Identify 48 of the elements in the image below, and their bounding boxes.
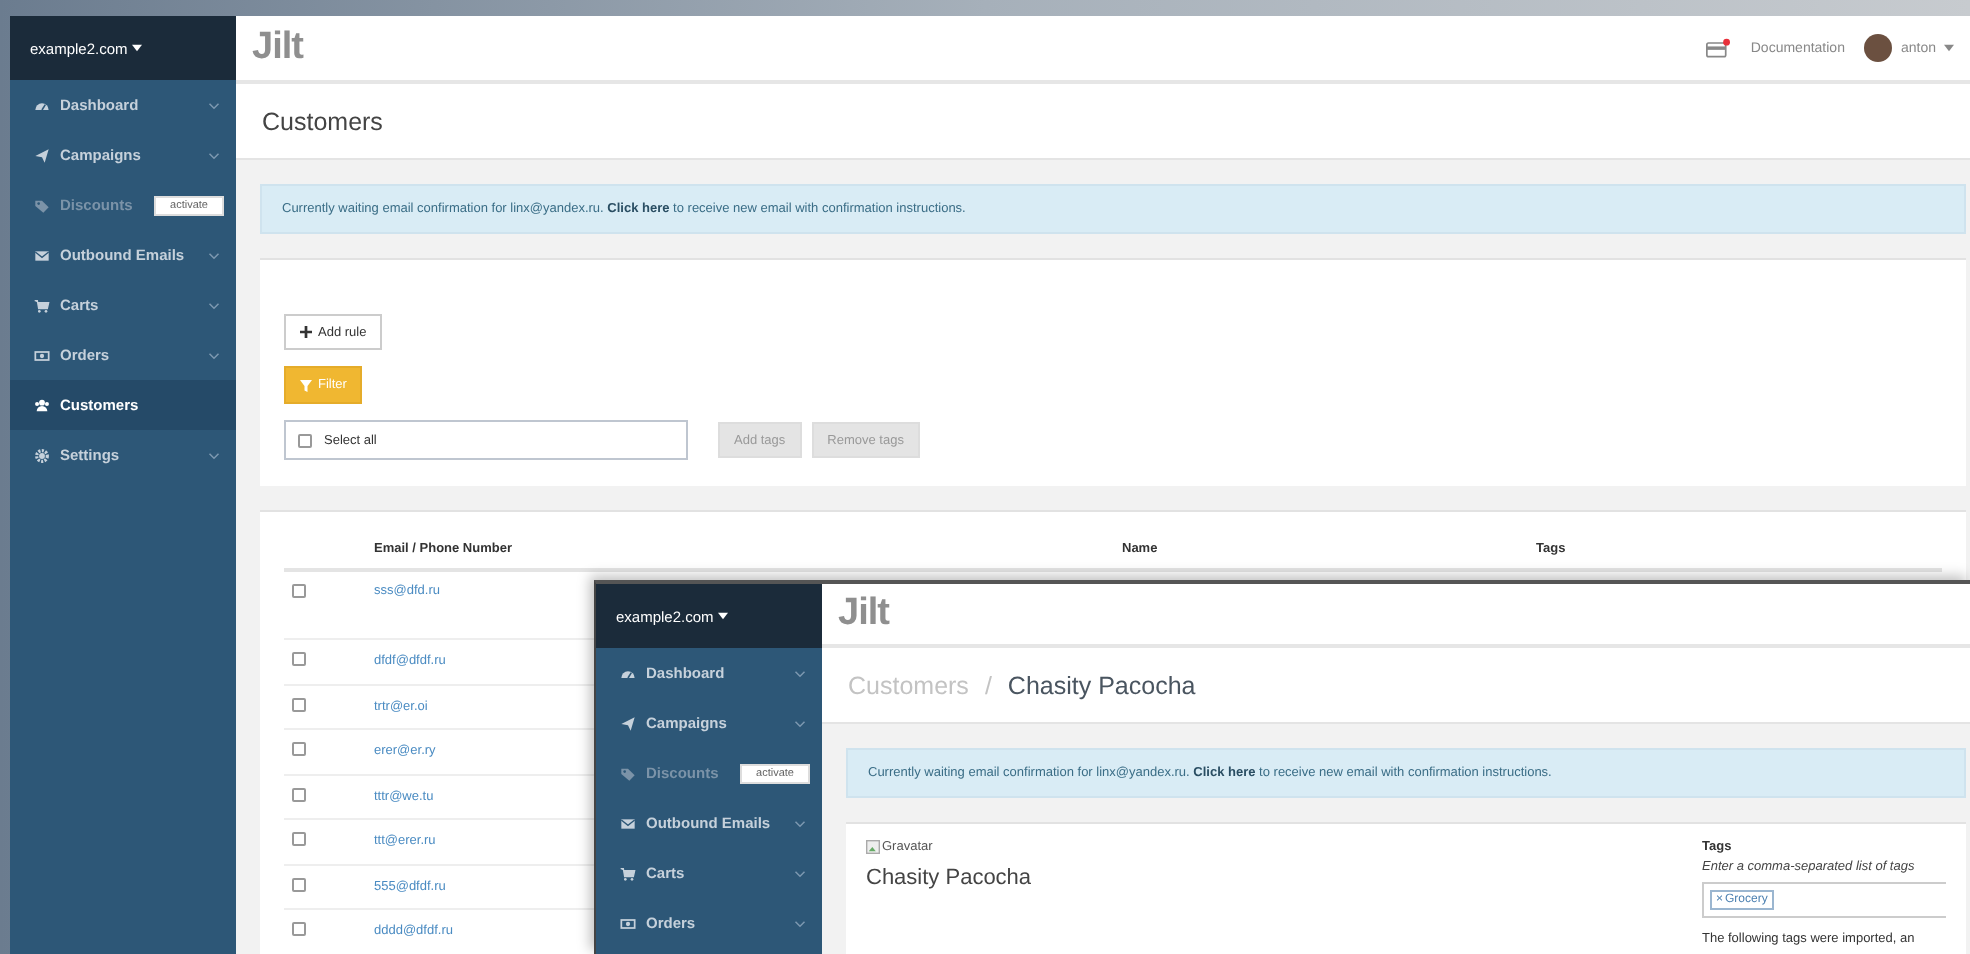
avatar-placeholder [1864, 34, 1893, 62]
envelope-icon [620, 815, 636, 831]
checkbox[interactable] [292, 697, 306, 712]
chevron-icon [794, 819, 806, 827]
breadcrumb-current: Chasity Pacocha [1007, 671, 1196, 699]
logo[interactable]: Jilt [838, 592, 889, 636]
checkbox[interactable] [292, 877, 306, 892]
money-icon [34, 347, 50, 363]
gauge-icon [34, 97, 50, 113]
cart-icon [620, 865, 636, 881]
gauge-icon [620, 665, 636, 681]
checkbox[interactable] [292, 742, 306, 757]
chevron-icon [208, 451, 220, 459]
paper-plane-icon [34, 147, 50, 163]
envelope-icon [34, 247, 50, 263]
caret-icon [1944, 44, 1954, 52]
cart-icon [34, 297, 50, 313]
chevron-icon [208, 251, 220, 259]
card-notification-icon[interactable] [1706, 37, 1731, 59]
customer-name: Chasity Pacocha [866, 866, 1034, 890]
chevron-icon [794, 669, 806, 677]
tag-icon [34, 197, 50, 213]
chevron-icon [794, 719, 806, 727]
page-title: Customers [262, 107, 383, 135]
breadcrumb-separator: / [984, 671, 992, 699]
plus-icon [300, 326, 312, 338]
broken-image-icon [866, 840, 880, 854]
chevron-icon [794, 919, 806, 927]
checkbox[interactable] [298, 433, 312, 447]
users-icon [34, 397, 50, 413]
checkbox[interactable] [292, 584, 306, 598]
chevron-icon [208, 301, 220, 309]
tag-icon [620, 765, 636, 781]
chevron-icon [208, 151, 220, 159]
chevron-icon [208, 351, 220, 359]
checkbox[interactable] [292, 922, 306, 937]
logo[interactable]: Jilt [252, 26, 303, 70]
paper-plane-icon [620, 715, 636, 731]
caret-icon [131, 44, 142, 52]
checkbox[interactable] [292, 652, 306, 667]
checkbox[interactable] [292, 787, 306, 802]
chevron-icon [794, 869, 806, 877]
chevron-icon [208, 101, 220, 109]
settings-icon [34, 447, 50, 463]
money-icon [620, 915, 636, 931]
funnel-icon [300, 379, 312, 391]
checkbox[interactable] [292, 832, 306, 847]
caret-icon [717, 612, 728, 620]
